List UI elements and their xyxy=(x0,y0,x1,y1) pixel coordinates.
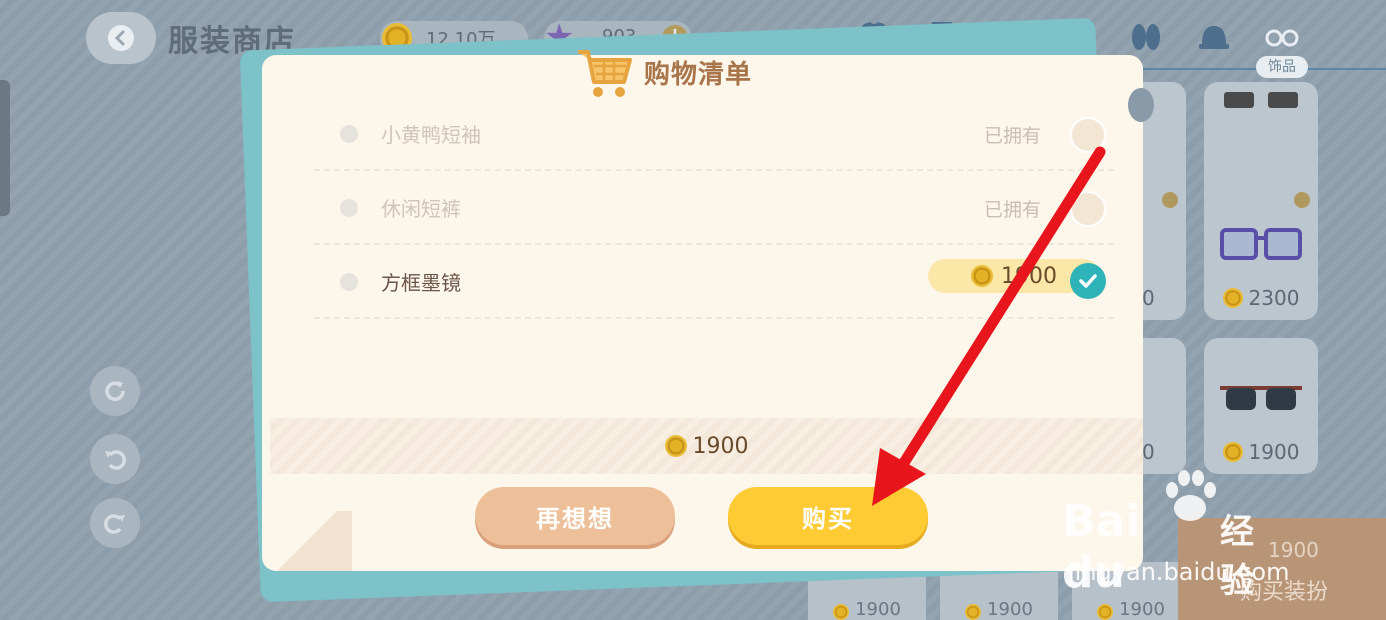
list-item[interactable]: 小黄鸭短袖 已拥有 xyxy=(314,97,1114,171)
checkmark-icon xyxy=(1079,274,1097,288)
back-button[interactable] xyxy=(86,12,156,64)
tab-accessories[interactable] xyxy=(1248,14,1316,58)
clock-icon xyxy=(1294,192,1310,208)
item-card[interactable]: 1900 xyxy=(1204,338,1318,474)
coin-icon xyxy=(1222,288,1243,308)
tab-hats[interactable] xyxy=(1180,14,1248,58)
item-price: 2300 xyxy=(1204,286,1318,310)
dialog-header: 购物清单 xyxy=(574,42,752,102)
shopping-list-dialog: 小黄鸭短袖 已拥有 休闲短裤 已拥有 方框墨镜 1900 1900 再想想 购买 xyxy=(262,55,1143,571)
item-price: 1900 xyxy=(1204,440,1318,464)
item-checkbox[interactable] xyxy=(1070,117,1106,153)
item-checkbox-checked[interactable] xyxy=(1070,263,1106,299)
item-name: 小黄鸭短袖 xyxy=(381,123,481,147)
item-checkbox[interactable] xyxy=(1070,191,1106,227)
shoes-icon xyxy=(1132,24,1160,50)
coin-icon xyxy=(1097,604,1114,620)
sunglasses-icon xyxy=(1220,386,1302,410)
glasses-icon xyxy=(1265,29,1299,47)
bullet-dot xyxy=(340,125,358,143)
reconsider-button[interactable]: 再想想 xyxy=(475,487,675,545)
item-status: 已拥有 xyxy=(984,199,1042,221)
bullet-dot xyxy=(340,273,358,291)
paw-logo-icon xyxy=(1166,470,1216,521)
buy-button[interactable]: 购买 xyxy=(728,487,928,545)
item-card[interactable]: 2300 xyxy=(1204,184,1318,320)
coin-icon xyxy=(965,604,982,620)
redo-button[interactable] xyxy=(90,498,140,548)
undo-button[interactable] xyxy=(90,434,140,484)
left-drawer-handle[interactable] xyxy=(0,80,10,216)
reset-button[interactable] xyxy=(90,366,140,416)
tab-shoes[interactable] xyxy=(1112,14,1180,58)
bullet-dot xyxy=(340,199,358,217)
corner-fold xyxy=(262,511,352,571)
item-name: 方框墨镜 xyxy=(381,271,461,295)
glasses-icon xyxy=(1220,228,1302,260)
list-item[interactable]: 方框墨镜 1900 xyxy=(314,245,1114,319)
item-name: 休闲短裤 xyxy=(381,197,461,221)
watermark-product: 经验 xyxy=(1220,512,1254,601)
divider xyxy=(314,317,1114,319)
coin-icon xyxy=(1222,442,1243,462)
total-value: 1900 xyxy=(692,433,749,459)
coin-icon xyxy=(833,604,850,620)
chevron-left-icon xyxy=(108,25,134,51)
redo-icon xyxy=(104,514,125,534)
dialog-notch-right xyxy=(1128,88,1154,122)
watermark-url: jingyan.baidu.com xyxy=(1068,558,1290,586)
active-tab-label: 饰品 xyxy=(1256,56,1308,78)
list-item[interactable]: 休闲短裤 已拥有 xyxy=(314,171,1114,245)
refresh-icon xyxy=(105,381,125,401)
undo-icon xyxy=(105,450,126,470)
shopping-cart-icon xyxy=(578,50,632,97)
clock-icon xyxy=(1162,192,1178,208)
hat-icon xyxy=(1199,26,1229,49)
coin-icon xyxy=(664,435,687,457)
item-status: 已拥有 xyxy=(984,125,1042,147)
total-price: 1900 xyxy=(270,418,1143,474)
coin-icon xyxy=(971,265,993,287)
dialog-title: 购物清单 xyxy=(644,59,753,90)
glasses-icon xyxy=(1224,92,1298,108)
